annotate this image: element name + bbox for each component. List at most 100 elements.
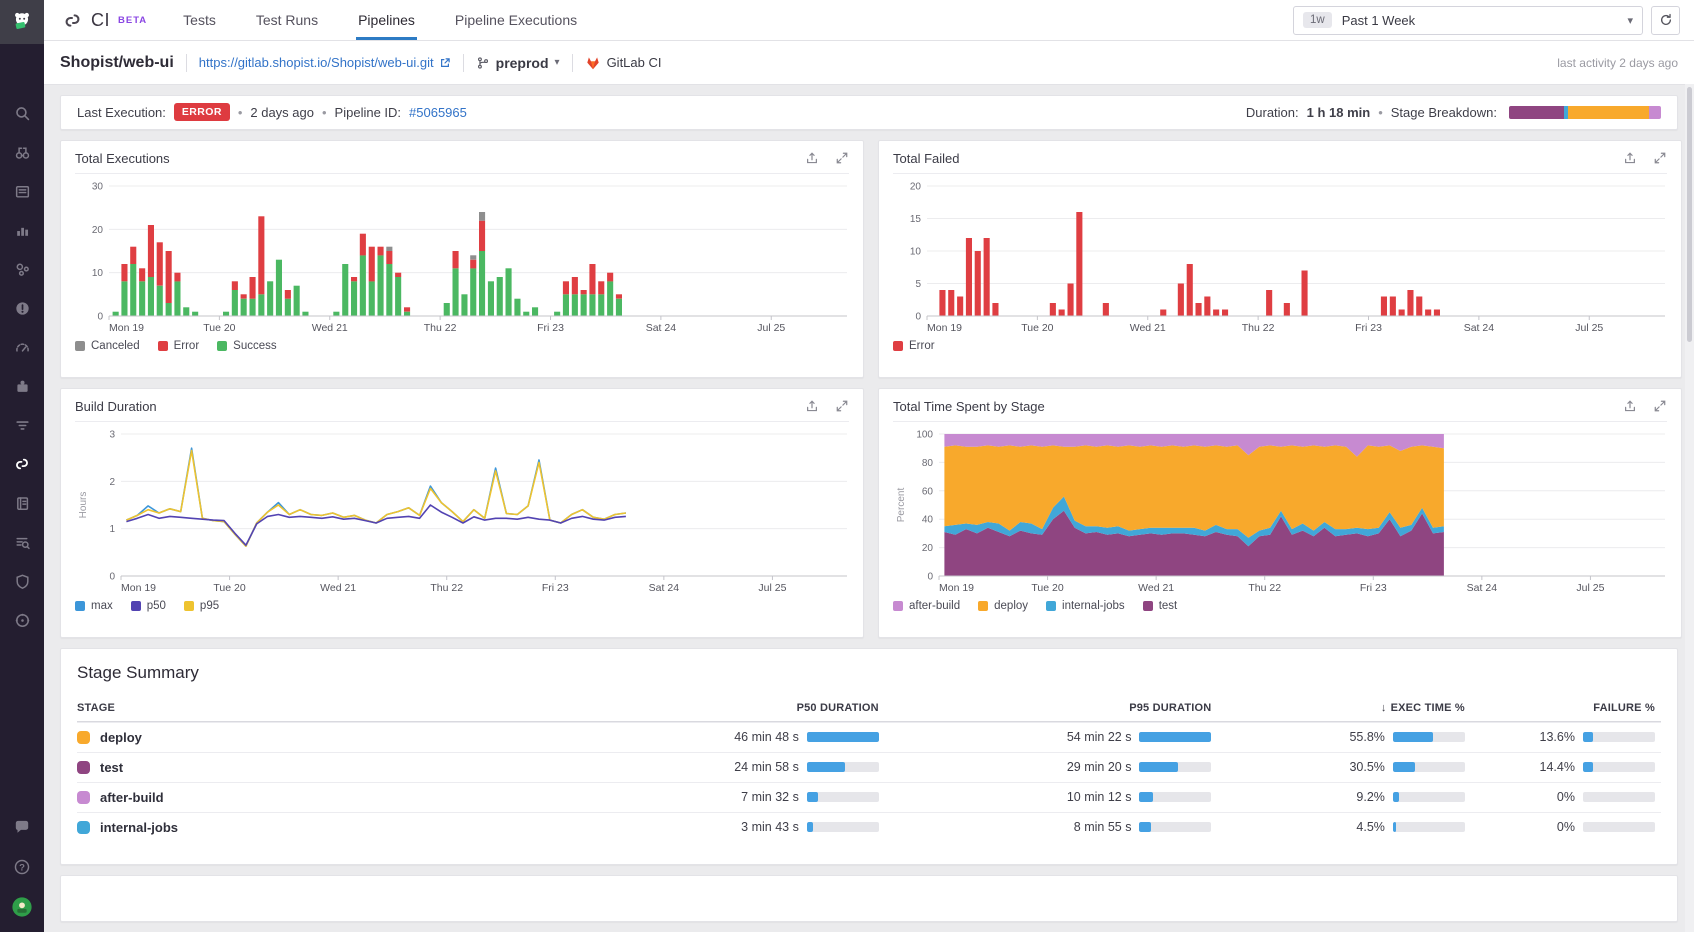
pipeline-id-link[interactable]: #5065965 [409,105,467,120]
export-icon[interactable] [805,151,819,165]
svg-text:20: 20 [92,225,104,236]
sidebar-nav [9,100,35,633]
list-icon [14,183,31,200]
export-icon[interactable] [1623,399,1637,413]
legend-item-Canceled[interactable]: Canceled [75,340,140,352]
expand-icon[interactable] [835,151,849,165]
help-button[interactable]: ? [9,854,35,880]
stage-link-test[interactable]: test [77,760,536,775]
table-row: deploy 46 min 48 s 54 min 22 s 55.8% 13.… [77,722,1661,752]
ci-product-icon [62,10,83,31]
sidebar-item-pipelines-filter[interactable] [9,412,35,438]
col-p95-duration[interactable]: P95 DURATION [885,702,1218,714]
tab-pipelines[interactable]: Pipelines [356,0,417,40]
stage-color-dot [77,791,90,804]
legend-swatch [75,601,85,611]
legend-item-max[interactable]: max [75,600,113,612]
sidebar-item-apm[interactable] [9,334,35,360]
repo-url-text: https://gitlab.shopist.io/Shopist/web-ui… [199,55,434,70]
tab-pipeline-executions[interactable]: Pipeline Executions [453,0,579,40]
beta-badge: BETA [118,15,147,26]
duration-breakdown: Duration: 1 h 18 min • Stage Breakdown: [1246,105,1661,120]
col-p50-duration[interactable]: P50 DURATION [536,702,884,714]
bullet-separator: • [238,105,243,120]
chat-button[interactable] [9,814,35,840]
sort-desc-icon: ↓ [1381,702,1387,714]
sidebar-item-notebooks[interactable] [9,490,35,516]
ci-provider: GitLab CI [585,55,662,71]
col-stage[interactable]: STAGE [77,702,536,714]
legend-item-deploy[interactable]: deploy [978,600,1028,612]
sidebar-item-metrics[interactable] [9,217,35,243]
ci-provider-name: GitLab CI [607,55,662,70]
chat-icon [13,818,31,836]
sidebar-item-infrastructure[interactable] [9,256,35,282]
stage-link-after-build[interactable]: after-build [77,790,536,805]
help-icon: ? [13,858,31,876]
export-icon[interactable] [1623,151,1637,165]
time-range-selector[interactable]: 1w Past 1 Week ▾ [1293,6,1643,35]
build-duration-chart: 0123HoursMon 19Tue 20Wed 21Thu 22Fri 23S… [75,426,849,596]
repo-url-link[interactable]: https://gitlab.shopist.io/Shopist/web-ui… [199,55,451,70]
divider [186,54,187,72]
shield-icon [14,573,31,590]
legend-item-Error[interactable]: Error [158,340,200,352]
failure-meter [1583,792,1655,802]
exec-value: 30.5% [1349,760,1384,774]
svg-text:Jul 25: Jul 25 [757,322,785,334]
datadog-logo[interactable] [0,0,44,44]
scrollbar-thumb[interactable] [1687,87,1692,342]
scrollbar[interactable] [1685,84,1694,932]
p95-value: 10 min 12 s [1067,790,1132,804]
panel-total-failed: Total Failed 05101520Mon 19Tue 20Wed 21T… [878,140,1682,378]
svg-text:Thu 22: Thu 22 [1242,322,1275,334]
svg-text:Jul 25: Jul 25 [758,582,786,594]
p95-value: 54 min 22 s [1067,730,1132,744]
user-avatar[interactable] [9,894,35,920]
sidebar-item-log-explorer[interactable] [9,529,35,555]
legend-item-Error[interactable]: Error [893,340,935,352]
failure-meter [1583,822,1655,832]
export-icon[interactable] [805,399,819,413]
product-name: CI [91,10,110,31]
next-section-card [60,875,1678,922]
sidebar-item-ci[interactable] [9,451,35,477]
branch-selector[interactable]: preprod ▾ [476,55,560,71]
external-link-icon [439,57,451,69]
sidebar-item-security[interactable] [9,568,35,594]
expand-icon[interactable] [835,399,849,413]
sidebar-item-integrations[interactable] [9,373,35,399]
legend-item-test[interactable]: test [1143,600,1178,612]
legend-item-Success[interactable]: Success [217,340,276,352]
panel-build-duration: Build Duration 0123HoursMon 19Tue 20Wed … [60,388,864,638]
stage-link-deploy[interactable]: deploy [77,730,536,745]
col-exec-time[interactable]: ↓EXEC TIME % [1217,702,1470,714]
breakdown-segment-test [1509,106,1564,119]
sidebar-item-watchdog[interactable] [9,139,35,165]
col-failure[interactable]: FAILURE % [1471,702,1661,714]
legend-item-internal-jobs[interactable]: internal-jobs [1046,600,1125,612]
p50-value: 7 min 32 s [741,790,799,804]
tab-test-runs[interactable]: Test Runs [254,0,320,40]
chart-legend: max p50 p95 [75,600,849,612]
svg-text:Sat 24: Sat 24 [1467,582,1498,594]
legend-item-p50[interactable]: p50 [131,600,166,612]
legend-item-after-build[interactable]: after-build [893,600,960,612]
legend-item-p95[interactable]: p95 [184,600,219,612]
expand-icon[interactable] [1653,151,1667,165]
refresh-button[interactable] [1651,6,1680,35]
sidebar-item-events[interactable] [9,178,35,204]
svg-text:80: 80 [922,458,934,469]
sidebar-item-synthetics[interactable] [9,607,35,633]
sidebar-item-monitors[interactable] [9,295,35,321]
tab-tests[interactable]: Tests [181,0,218,40]
svg-text:Percent: Percent [896,487,907,522]
avatar-icon [11,896,33,918]
duration-value: 1 h 18 min [1307,105,1371,120]
exec-value: 9.2% [1356,790,1385,804]
sidebar-item-search[interactable] [9,100,35,126]
expand-icon[interactable] [1653,399,1667,413]
exec-meter [1393,762,1465,772]
stage-summary-card: Stage Summary STAGE P50 DURATION P95 DUR… [60,648,1678,865]
stage-link-internal-jobs[interactable]: internal-jobs [77,820,536,835]
